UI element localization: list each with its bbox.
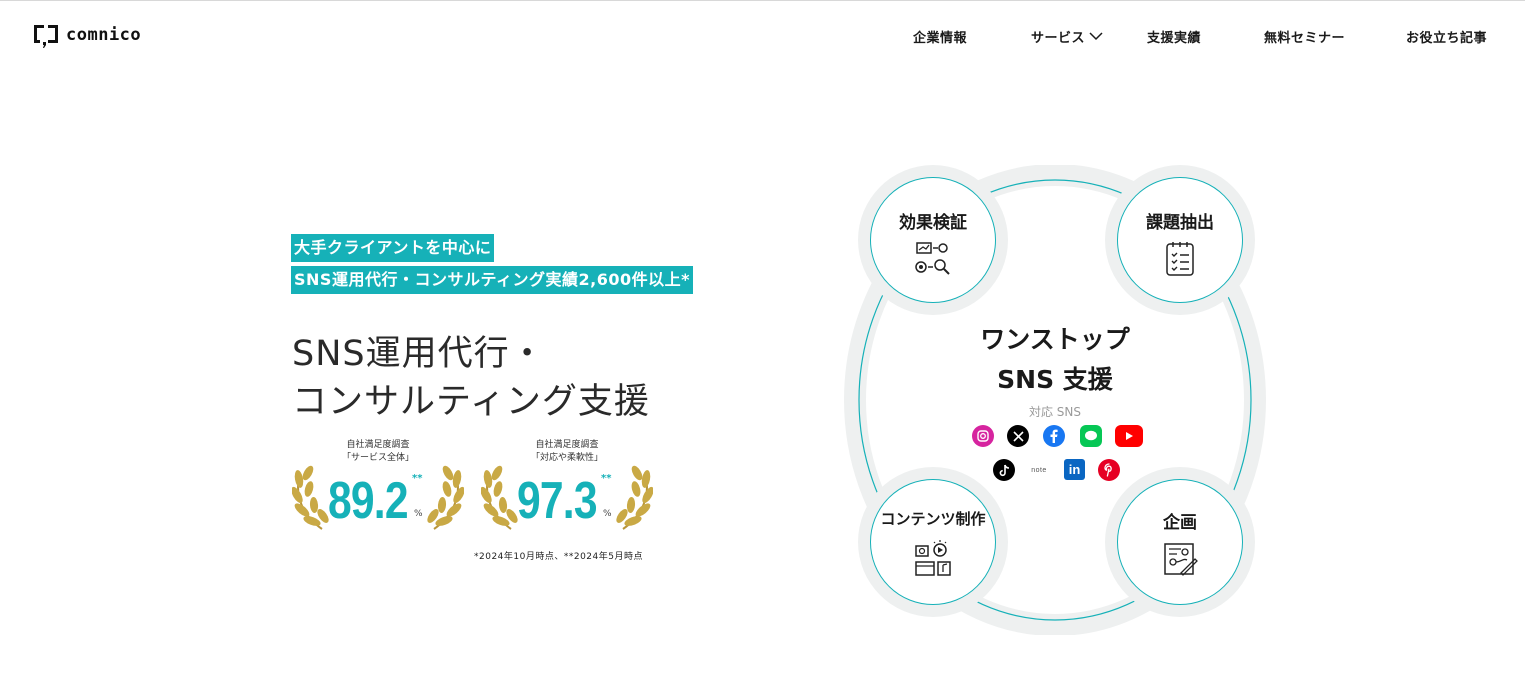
hero-headline-line1: SNS運用代行・: [292, 334, 546, 374]
nav-company[interactable]: 企業情報: [913, 26, 967, 46]
analysis-icon: [915, 242, 950, 275]
center-title-line2: SNS 支援: [997, 365, 1113, 394]
award-stars: **: [601, 473, 612, 484]
facebook-icon[interactable]: [1043, 425, 1065, 447]
award-flexibility: 自社満足度調査 「対応や柔軟性」 97.3 ** %: [481, 435, 653, 545]
logo-mark-icon: [32, 23, 60, 48]
award-service-overall: 自社満足度調査 「サービス全体」 89.2 ** %: [292, 435, 464, 545]
youtube-icon[interactable]: [1115, 425, 1143, 447]
award-unit: %: [414, 509, 423, 519]
nav-articles[interactable]: お役立ち記事: [1406, 26, 1487, 46]
node-title: 効果検証: [899, 213, 967, 233]
logo-text: comnico: [66, 25, 142, 45]
node-title: 企画: [1163, 513, 1197, 533]
award-label: 自社満足度調査: [346, 440, 410, 450]
checklist-icon: [1166, 242, 1194, 276]
nav-company-label: 企業情報: [913, 30, 968, 46]
node-title: 課題抽出: [1146, 213, 1214, 233]
logo[interactable]: comnico: [32, 22, 141, 48]
award-value: 97.3: [517, 472, 598, 530]
award-stars: **: [412, 473, 423, 484]
award-unit: %: [603, 509, 612, 519]
award-value: 89.2: [328, 472, 409, 530]
x-icon[interactable]: [1007, 425, 1029, 447]
tiktok-icon[interactable]: [993, 459, 1015, 481]
top-border: [0, 0, 1525, 1]
pinterest-icon[interactable]: [1098, 459, 1120, 481]
hero-tag-line1: 大手クライアントを中心に: [291, 234, 495, 262]
node-planning: 企画: [1105, 467, 1255, 617]
planning-icon: [1164, 543, 1198, 576]
hero-tag-line2: SNS運用代行・コンサルティング実績2,600件以上*: [291, 266, 693, 294]
hero-headline-line2: コンサルティング支援: [292, 382, 650, 422]
nav-articles-label: お役立ち記事: [1406, 30, 1488, 46]
note-icon[interactable]: note: [1026, 459, 1052, 481]
node-issue-extraction: 課題抽出: [1105, 165, 1255, 315]
nav-services[interactable]: サービス: [1031, 26, 1103, 46]
linkedin-icon[interactable]: in: [1064, 459, 1085, 480]
line-icon[interactable]: [1080, 425, 1102, 447]
nav-seminar[interactable]: 無料セミナー: [1264, 26, 1345, 46]
footnote: *2024年10月時点、**2024年5月時点: [474, 552, 643, 562]
chevron-down-icon: [1089, 32, 1103, 41]
nav-results[interactable]: 支援実績: [1147, 26, 1201, 46]
node-content-creation: コンテンツ制作: [858, 467, 1008, 617]
award-label: 自社満足度調査: [535, 440, 599, 450]
one-stop-diagram: ワンストップ SNS 支援 対応 SNS note in 効果検証 課題抽出 コ…: [840, 165, 1270, 635]
center-title-line1: ワンストップ: [980, 325, 1130, 354]
instagram-icon[interactable]: [972, 425, 994, 447]
node-title: コンテンツ制作: [880, 510, 986, 528]
content-creation-icon: [915, 540, 951, 576]
nav-seminar-label: 無料セミナー: [1264, 30, 1346, 46]
nav-services-label: サービス: [1031, 30, 1086, 46]
node-effect-verification: 効果検証: [858, 165, 1008, 315]
nav-results-label: 支援実績: [1147, 30, 1202, 46]
sns-label: 対応 SNS: [1028, 405, 1082, 419]
